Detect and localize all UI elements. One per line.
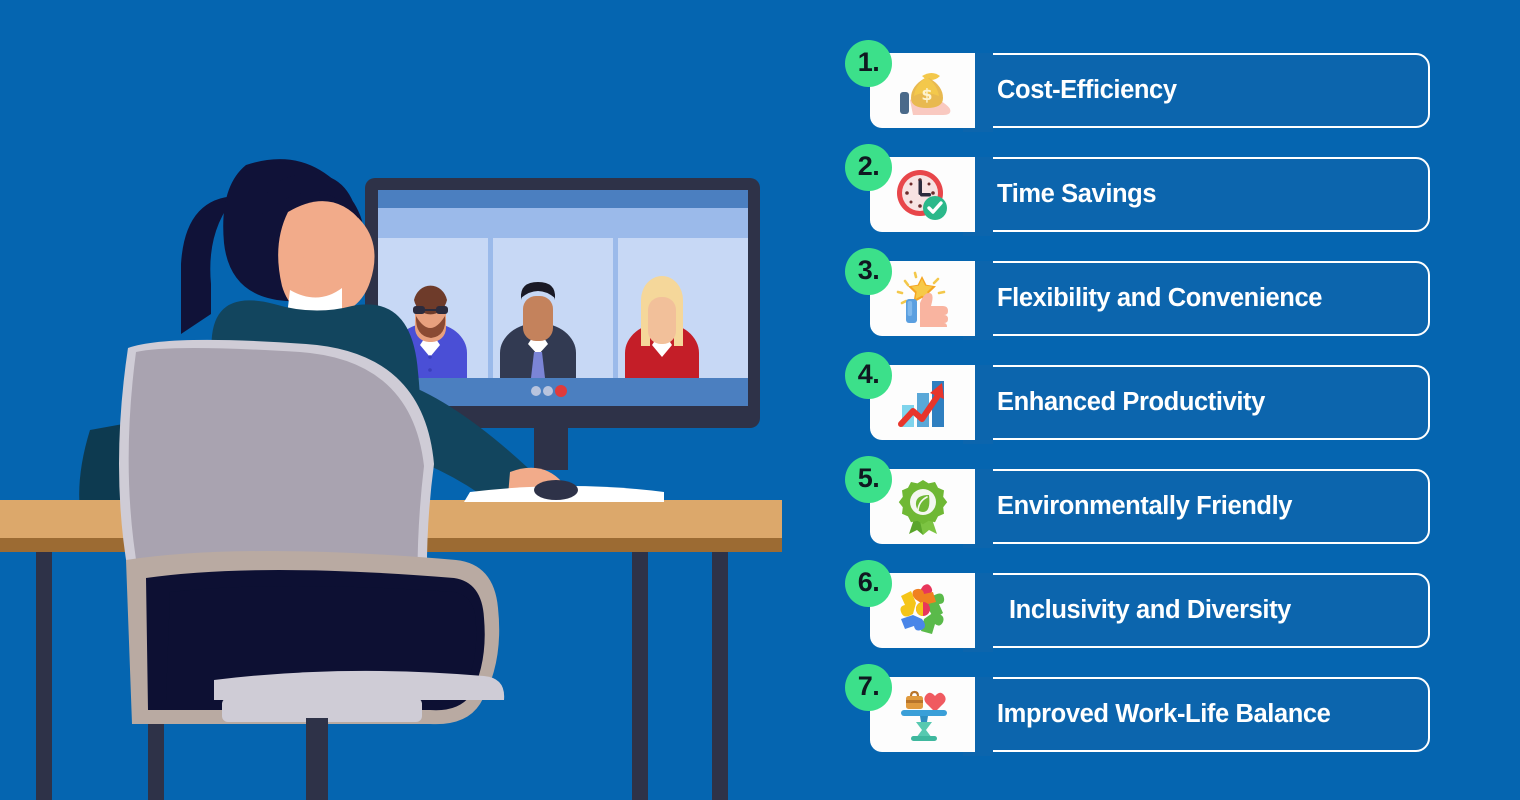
list-item-number-badge: 1. xyxy=(845,40,892,87)
mouse xyxy=(534,480,578,500)
list-item-number: 5. xyxy=(857,463,880,493)
list-item-number: 6. xyxy=(857,567,880,597)
status-dot-2 xyxy=(543,386,553,396)
list-item-card[interactable]: Time Savings xyxy=(963,157,1430,236)
list-item-number: 1. xyxy=(857,47,880,77)
list-item-card[interactable]: Flexibility and Convenience xyxy=(963,261,1430,340)
person-ear xyxy=(297,256,319,288)
list-item-number: 3. xyxy=(857,255,880,285)
list-item-card[interactable]: Improved Work-Life Balance xyxy=(963,677,1430,756)
desk-leg-3 xyxy=(632,552,648,800)
list-item-number-badge: 4. xyxy=(845,352,892,399)
list-item-number-badge: 6. xyxy=(845,560,892,607)
desk-leg-1 xyxy=(36,552,52,800)
list-item-number-badge: 3. xyxy=(845,248,892,295)
chair-column xyxy=(306,718,328,800)
list-item-label: Enhanced Productivity xyxy=(997,388,1265,416)
list-item-card[interactable]: Cost-Efficiency xyxy=(963,53,1430,132)
list-item[interactable]: 2. Time Savings xyxy=(845,144,1445,236)
list-item[interactable]: 5. Environmentally Friendly xyxy=(845,456,1445,548)
list-item[interactable]: 4. Enhanced Productivity xyxy=(845,352,1445,444)
list-item-number-badge: 2. xyxy=(845,144,892,191)
status-dot-record xyxy=(555,385,567,397)
status-dot-1 xyxy=(531,386,541,396)
list-item-label: Inclusivity and Diversity xyxy=(1009,596,1291,624)
list-item-label: Time Savings xyxy=(997,180,1157,208)
list-item[interactable]: 7. Improved Work-Life Balance xyxy=(845,664,1445,756)
list-item-label: Environmentally Friendly xyxy=(997,492,1293,520)
list-item-card[interactable]: Enhanced Productivity xyxy=(963,365,1430,444)
list-item[interactable]: 6. Inclusivity and Diversity xyxy=(845,560,1445,652)
list-item-number: 4. xyxy=(857,359,880,389)
list-item-number: 2. xyxy=(857,151,880,181)
list-item-card[interactable]: Environmentally Friendly xyxy=(963,469,1430,548)
monitor-header xyxy=(378,208,748,238)
svg-text:$: $ xyxy=(921,85,932,104)
list-item-number-badge: 7. xyxy=(845,664,892,711)
list-item[interactable]: 1. $ Cost-Efficiency xyxy=(845,40,1445,132)
monitor-top-bar xyxy=(378,190,748,208)
list-item-number-badge: 5. xyxy=(845,456,892,503)
list-item-card[interactable]: Inclusivity and Diversity xyxy=(963,573,1430,652)
list-item-label: Flexibility and Convenience xyxy=(997,284,1323,312)
illustration-video-conference xyxy=(0,0,800,800)
list-item-number: 7. xyxy=(857,671,880,701)
list-item[interactable]: 3. Flexibility and Convenience xyxy=(845,248,1445,340)
list-item-label: Improved Work-Life Balance xyxy=(997,700,1331,728)
list-item-label: Cost-Efficiency xyxy=(997,76,1177,104)
tile-divider-2 xyxy=(613,238,618,378)
tile-divider-1 xyxy=(488,238,493,378)
benefits-list: 1. $ Cost-Efficiency 2. Time Savings 3. … xyxy=(845,40,1445,780)
desk-leg-4 xyxy=(712,552,728,800)
monitor-stand xyxy=(534,428,568,470)
